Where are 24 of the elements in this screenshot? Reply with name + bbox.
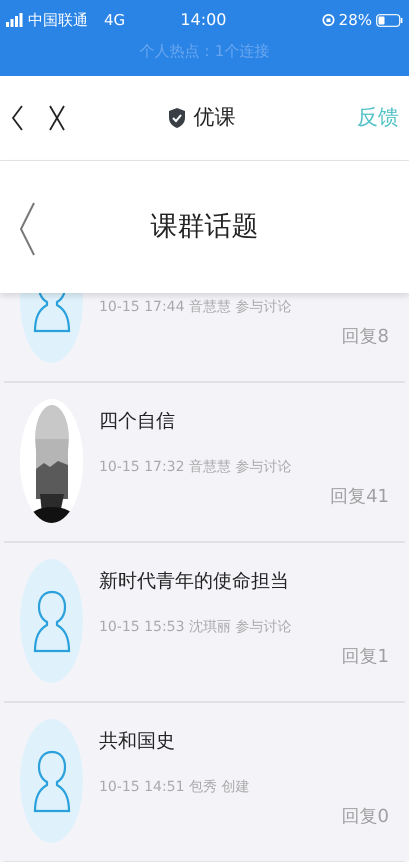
topic-title[interactable]: 新时代青年的使命担当 <box>99 570 289 592</box>
reply-count: 回复41 <box>330 485 389 509</box>
app-title: 优课 <box>194 104 236 132</box>
battery-percent: 28% <box>338 10 372 31</box>
carrier-name: 中国联通 <box>28 10 88 31</box>
topic-title[interactable]: 共和国史 <box>99 730 175 752</box>
shield-check-icon <box>168 107 186 129</box>
close-icon[interactable] <box>48 104 66 132</box>
reply-count: 回复0 <box>342 805 389 829</box>
back-icon[interactable] <box>10 104 24 132</box>
rotation-lock-icon <box>322 13 335 27</box>
topic-meta: 10-15 17:44 音慧慧 参与讨论 <box>99 298 292 317</box>
network-type: 4G <box>104 10 126 31</box>
page-title: 课群话题 <box>150 210 258 244</box>
topic-meta: 10-15 15:53 沈琪丽 参与讨论 <box>99 618 292 637</box>
reply-count: 回复1 <box>342 645 389 669</box>
hotspot-status: 个人热点：1个连接 <box>140 42 270 60</box>
topic-meta: 10-15 17:32 音慧慧 参与讨论 <box>99 458 292 477</box>
topic-meta: 10-15 14:51 包秀 创建 <box>99 778 250 797</box>
battery-icon <box>376 14 403 26</box>
reply-count: 回复8 <box>342 325 389 349</box>
signal-icon <box>6 13 24 27</box>
clock-time: 14:00 <box>179 9 228 31</box>
topic-title[interactable]: 四个自信 <box>99 410 175 432</box>
